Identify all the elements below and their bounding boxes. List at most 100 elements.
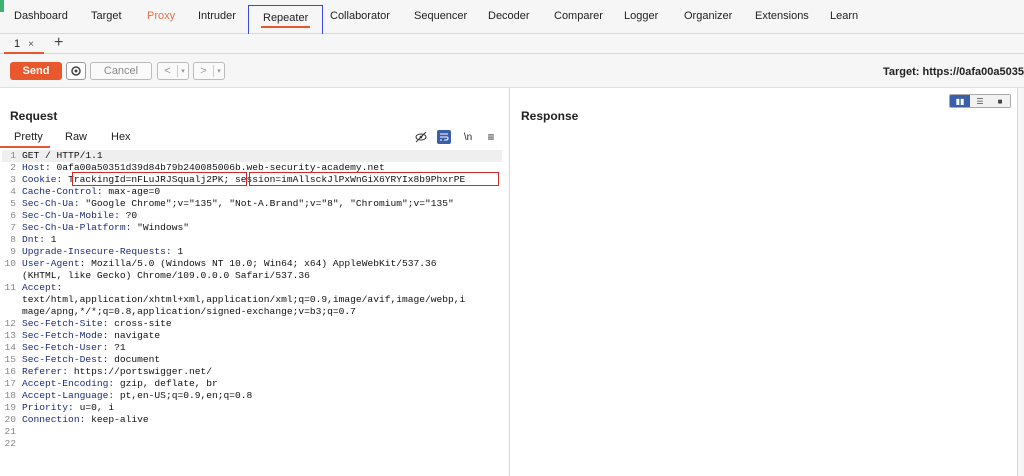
header-name: Accept-Language: (22, 390, 115, 401)
nav-organizer[interactable]: Organizer (684, 10, 732, 22)
editor-line[interactable]: 20 Connection: keep-alive (2, 414, 502, 426)
nav-decoder[interactable]: Decoder (488, 10, 530, 22)
nav-proxy[interactable]: Proxy (147, 10, 175, 22)
header-name: Cache-Control: (22, 186, 103, 197)
request-title: Request (10, 109, 58, 123)
line-number: 15 (4, 354, 16, 365)
layout-columns-icon[interactable]: ▮▮ (950, 95, 970, 107)
header-name: Sec-Ch-Ua-Platform: (22, 222, 132, 233)
nav-learn[interactable]: Learn (830, 10, 858, 22)
editor-line[interactable]: 18 Accept-Language: pt,en-US;q=0.9,en;q=0… (2, 390, 502, 402)
side-strip (1017, 88, 1024, 476)
target-label[interactable]: Target: https://0afa00a5035 (883, 66, 1024, 78)
editor-line[interactable]: 12 Sec-Fetch-Site: cross-site (2, 318, 502, 330)
line-number: 3 (10, 174, 16, 185)
nav-comparer[interactable]: Comparer (554, 10, 603, 22)
forward-button[interactable]: > ▾ (193, 62, 225, 80)
editor-line[interactable]: 15 Sec-Fetch-Dest: document (2, 354, 502, 366)
hide-icon[interactable] (414, 130, 428, 144)
header-value: gzip, deflate, br (114, 378, 218, 389)
response-title: Response (521, 109, 579, 123)
nav-sequencer[interactable]: Sequencer (414, 10, 467, 22)
editor-line[interactable]: 16 Referer: https://portswigger.net/ (2, 366, 502, 378)
line-number: 10 (4, 258, 16, 269)
nav-extensions[interactable]: Extensions (755, 10, 809, 22)
line-number: 2 (10, 162, 16, 173)
header-name: Sec-Ch-Ua-Mobile: (22, 210, 120, 221)
tab-hex[interactable]: Hex (111, 131, 131, 143)
back-button[interactable]: < ▾ (157, 62, 189, 80)
line-number: 12 (4, 318, 16, 329)
line-number: 7 (10, 222, 16, 233)
header-name: Referer: (22, 366, 69, 377)
tracking-id-highlight (72, 172, 247, 186)
editor-line[interactable]: 7 Sec-Ch-Ua-Platform: "Windows" (2, 222, 502, 234)
send-button[interactable]: Send (10, 62, 62, 80)
editor-line[interactable]: 1 GET / HTTP/1.1 (2, 150, 502, 162)
header-value: pt,en-US;q=0.9,en;q=0.8 (114, 390, 253, 401)
layout-toggle-group: ▮▮ ☰ ■ (949, 94, 1011, 108)
nav-logger[interactable]: Logger (624, 10, 658, 22)
editor-line[interactable]: 6 Sec-Ch-Ua-Mobile: ?0 (2, 210, 502, 222)
line-content: Sec-Ch-Ua-Mobile: ?0 (22, 210, 137, 222)
cancel-button[interactable]: Cancel (90, 62, 152, 80)
editor-line[interactable]: (KHTML, like Gecko) Chrome/109.0.0.0 Saf… (2, 270, 502, 282)
editor-line[interactable]: 14 Sec-Fetch-User: ?1 (2, 342, 502, 354)
layout-tabs-icon[interactable]: ■ (990, 95, 1010, 107)
header-name: Sec-Ch-Ua: (22, 198, 80, 209)
tab-raw[interactable]: Raw (65, 131, 87, 143)
line-number: 5 (10, 198, 16, 209)
nav-dashboard[interactable]: Dashboard (14, 10, 68, 22)
line-number: 16 (4, 366, 16, 377)
line-content: Priority: u=0, i (22, 402, 114, 414)
line-content: Sec-Fetch-Mode: navigate (22, 330, 160, 342)
line-number: 13 (4, 330, 16, 341)
editor-line[interactable]: 13 Sec-Fetch-Mode: navigate (2, 330, 502, 342)
wrap-icon[interactable] (437, 130, 451, 144)
tab-pretty[interactable]: Pretty (14, 131, 43, 143)
newline-icon[interactable]: \n (461, 130, 475, 144)
line-number: 4 (10, 186, 16, 197)
add-tab-icon[interactable]: + (54, 34, 63, 52)
chevron-down-icon: ▾ (217, 68, 221, 75)
editor-line[interactable]: mage/apng,*/*;q=0.8,application/signed-e… (2, 306, 502, 318)
header-value: 1 (171, 246, 184, 257)
gear-icon[interactable] (66, 62, 86, 80)
header-value: https://portswigger.net/ (68, 366, 212, 377)
nav-intruder[interactable]: Intruder (198, 10, 236, 22)
line-content: Sec-Fetch-User: ?1 (22, 342, 126, 354)
editor-line[interactable]: 10 User-Agent: Mozilla/5.0 (Windows NT 10… (2, 258, 502, 270)
editor-line[interactable]: 22 (2, 438, 502, 450)
editor-line[interactable]: 21 (2, 426, 502, 438)
line-number: 19 (4, 402, 16, 413)
line-content: Accept: (22, 282, 62, 294)
line-content: Sec-Ch-Ua: "Google Chrome";v="135", "Not… (22, 198, 454, 210)
nav-active-underline (261, 26, 311, 28)
editor-line[interactable]: 4 Cache-Control: max-age=0 (2, 186, 502, 198)
request-editor[interactable]: 1 GET / HTTP/1.1 2 Host: 0afa00a50351d39d84… (2, 150, 502, 476)
layout-rows-icon[interactable]: ☰ (970, 95, 990, 107)
header-value: max-age=0 (102, 186, 161, 197)
chevron-right-icon: > (194, 65, 214, 77)
menu-icon[interactable]: ≡ (484, 130, 498, 144)
header-value: 1 (45, 234, 57, 245)
editor-line[interactable]: 8 Dnt: 1 (2, 234, 502, 246)
nav-repeater[interactable]: Repeater (248, 5, 324, 35)
tab-pretty-underline (0, 146, 50, 148)
close-icon[interactable]: × (28, 39, 34, 50)
line-content: Dnt: 1 (22, 234, 57, 246)
editor-line[interactable]: 9 Upgrade-Insecure-Requests: 1 (2, 246, 502, 258)
line-number: 17 (4, 378, 16, 389)
editor-line[interactable]: 11 Accept: (2, 282, 502, 294)
line-content: Cache-Control: max-age=0 (22, 186, 160, 198)
line-content: Connection: keep-alive (22, 414, 149, 426)
nav-target[interactable]: Target (91, 10, 122, 22)
line-content: Sec-Fetch-Dest: document (22, 354, 160, 366)
editor-line[interactable]: text/html,application/xhtml+xml,applicat… (2, 294, 502, 306)
editor-line[interactable]: 19 Priority: u=0, i (2, 402, 502, 414)
repeater-tab-1[interactable]: 1 × (4, 34, 44, 54)
editor-line[interactable]: 17 Accept-Encoding: gzip, deflate, br (2, 378, 502, 390)
nav-collaborator[interactable]: Collaborator (330, 10, 390, 22)
editor-line[interactable]: 5 Sec-Ch-Ua: "Google Chrome";v="135", "No… (2, 198, 502, 210)
line-number: 14 (4, 342, 16, 353)
